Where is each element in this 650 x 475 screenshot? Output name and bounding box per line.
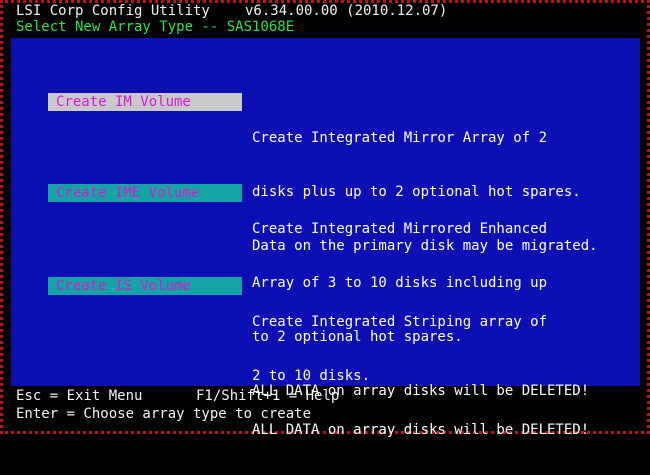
page-subtitle: Select New Array Type -- SAS1068E <box>16 19 295 35</box>
esc-hint: Esc = Exit Menu <box>16 388 143 404</box>
description-line: Create Integrated Mirrored Enhanced <box>252 221 548 237</box>
description-line: Create Integrated Mirror Array of 2 <box>252 130 548 146</box>
description-line: ALL DATA on array disks will be DELETED! <box>252 422 590 438</box>
is-volume-description: Create Integrated Striping array of 2 to… <box>252 277 589 475</box>
create-im-volume-button[interactable]: Create IM Volume <box>48 93 242 111</box>
description-line: 2 to 10 disks. <box>252 368 371 384</box>
create-is-volume-button[interactable]: Create IS Volume <box>48 277 242 295</box>
help-hint: F1/Shift+1 = Help <box>196 388 340 404</box>
enter-hint: Enter = Choose array type to create <box>16 406 312 422</box>
description-line: Create Integrated Striping array of <box>252 314 548 330</box>
create-ime-volume-button[interactable]: Create IME Volume <box>48 184 242 202</box>
array-type-panel: Create IM Volume Create Integrated Mirro… <box>11 38 640 438</box>
